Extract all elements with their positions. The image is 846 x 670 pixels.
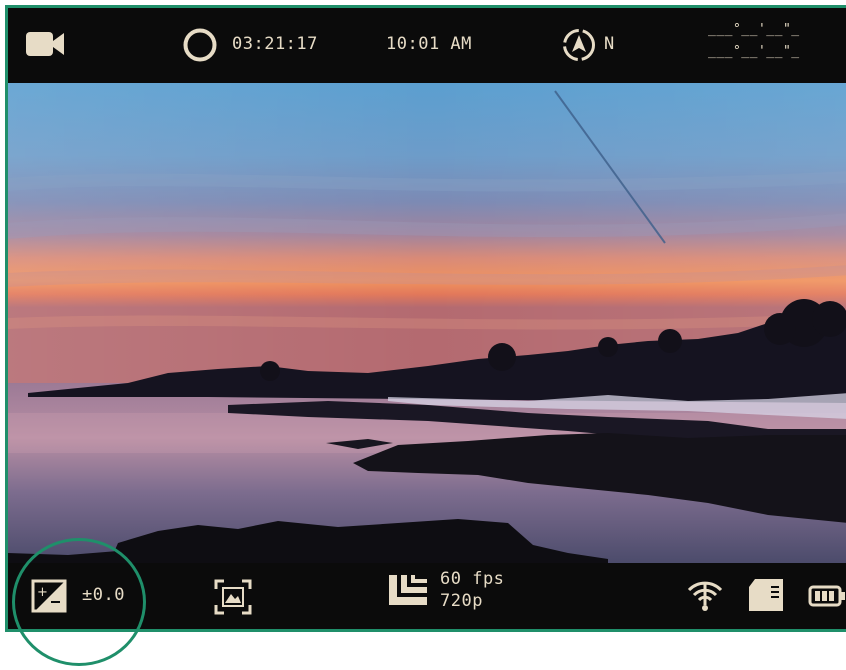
gps-longitude: ___°__'__"_	[708, 44, 800, 59]
compass-icon[interactable]	[561, 27, 597, 63]
scene-frame-icon[interactable]	[214, 579, 252, 615]
sunset-scene	[8, 83, 846, 566]
video-camera-icon[interactable]	[26, 30, 66, 58]
record-ring-icon[interactable]	[182, 27, 218, 63]
video-resolution[interactable]: 720p	[440, 591, 483, 611]
stabilization-icon[interactable]	[389, 575, 429, 607]
frame-rate[interactable]: 60 fps	[440, 569, 504, 589]
top-status-bar: 03:21:17 10:01 AM N ___°__'__"_ ___°__'_…	[8, 8, 846, 83]
gps-latitude: ___°__'__"_	[708, 22, 800, 37]
record-timer: 03:21:17	[232, 34, 318, 54]
battery-icon	[808, 585, 845, 607]
sd-card-icon[interactable]	[747, 577, 785, 613]
viewfinder-image[interactable]	[8, 83, 846, 566]
wifi-icon[interactable]	[686, 577, 724, 613]
highlight-circle	[12, 538, 146, 666]
camera-screen: 03:21:17 10:01 AM N ___°__'__"_ ___°__'_…	[5, 5, 846, 632]
clock: 10:01 AM	[386, 34, 472, 54]
compass-heading: N	[604, 34, 615, 54]
